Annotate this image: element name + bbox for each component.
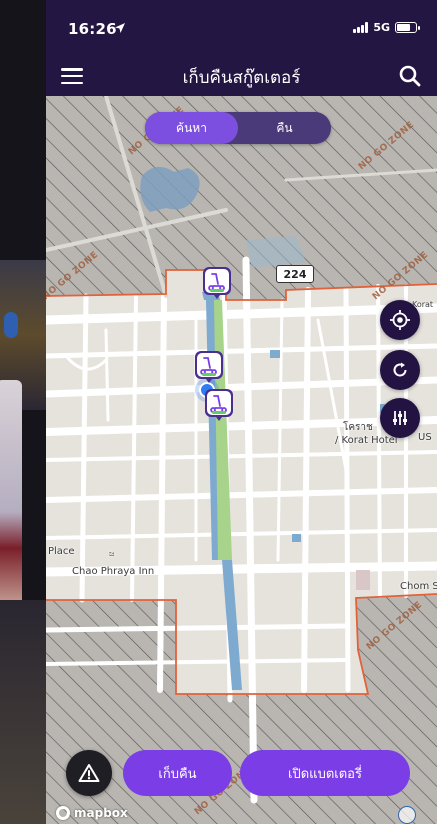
refresh-button[interactable] [380, 350, 420, 390]
filter-button[interactable] [380, 398, 420, 438]
tab-return[interactable]: คืน [238, 112, 331, 144]
photo-person [0, 380, 22, 620]
collect-button[interactable]: เก็บคืน [123, 750, 232, 796]
scooter-marker[interactable] [204, 388, 234, 422]
mapbox-text: mapbox [74, 806, 128, 820]
page-title: เก็บคืนสกู๊ตเตอร์ [182, 68, 301, 88]
mode-toggle: ค้นหา คืน [145, 112, 331, 144]
map-label-inn-mark: ಜ [109, 549, 115, 558]
mapbox-logo[interactable]: mapbox [56, 806, 128, 820]
background-photo [0, 0, 46, 824]
status-indicators: 5G [353, 21, 420, 34]
photo-floor [0, 600, 46, 824]
nav-bar: เก็บคืนสกู๊ตเตอร์ [46, 56, 437, 96]
report-warning-button[interactable] [66, 750, 112, 796]
signal-icon [353, 22, 369, 33]
warning-triangle-icon [78, 764, 100, 782]
open-battery-button[interactable]: เปิดแบตเตอรี่ [240, 750, 410, 796]
map-view[interactable]: NO GO ZONE NO GO ZONE NO GO ZONE NO GO Z… [46, 96, 437, 824]
network-label: 5G [373, 21, 390, 34]
scooter-marker[interactable] [194, 350, 224, 384]
map-label-hotel-thai: โคราช [343, 422, 373, 433]
status-bar: 16:26 5G [46, 0, 437, 56]
sliders-icon [393, 411, 407, 425]
location-arrow-icon [115, 23, 125, 33]
battery-icon [395, 22, 420, 33]
map-label-us: US [418, 432, 432, 443]
scooter-marker[interactable] [202, 266, 232, 300]
mapbox-icon [56, 806, 70, 820]
search-icon[interactable] [397, 63, 423, 89]
map-label-place: Place [48, 546, 75, 557]
crosshair-icon [390, 310, 410, 330]
status-time: 16:26 [68, 20, 117, 38]
map-label-inn: Chao Phraya Inn [72, 566, 155, 577]
recenter-location-button[interactable] [380, 300, 420, 340]
map-label-chom: Chom S [400, 581, 437, 592]
photo-sign [4, 312, 18, 338]
phone-screen: 16:26 5G เก็บคืนสกู๊ตเตอร์ NO NO GO ZONE… [46, 0, 437, 824]
road-shield: 224 [276, 265, 314, 283]
map-label-hotel: / Korat Hotel [335, 435, 398, 446]
attribution-info-icon[interactable] [398, 806, 416, 824]
tab-search[interactable]: ค้นหา [145, 112, 238, 144]
map-canvas [46, 96, 437, 824]
refresh-icon [393, 362, 407, 377]
